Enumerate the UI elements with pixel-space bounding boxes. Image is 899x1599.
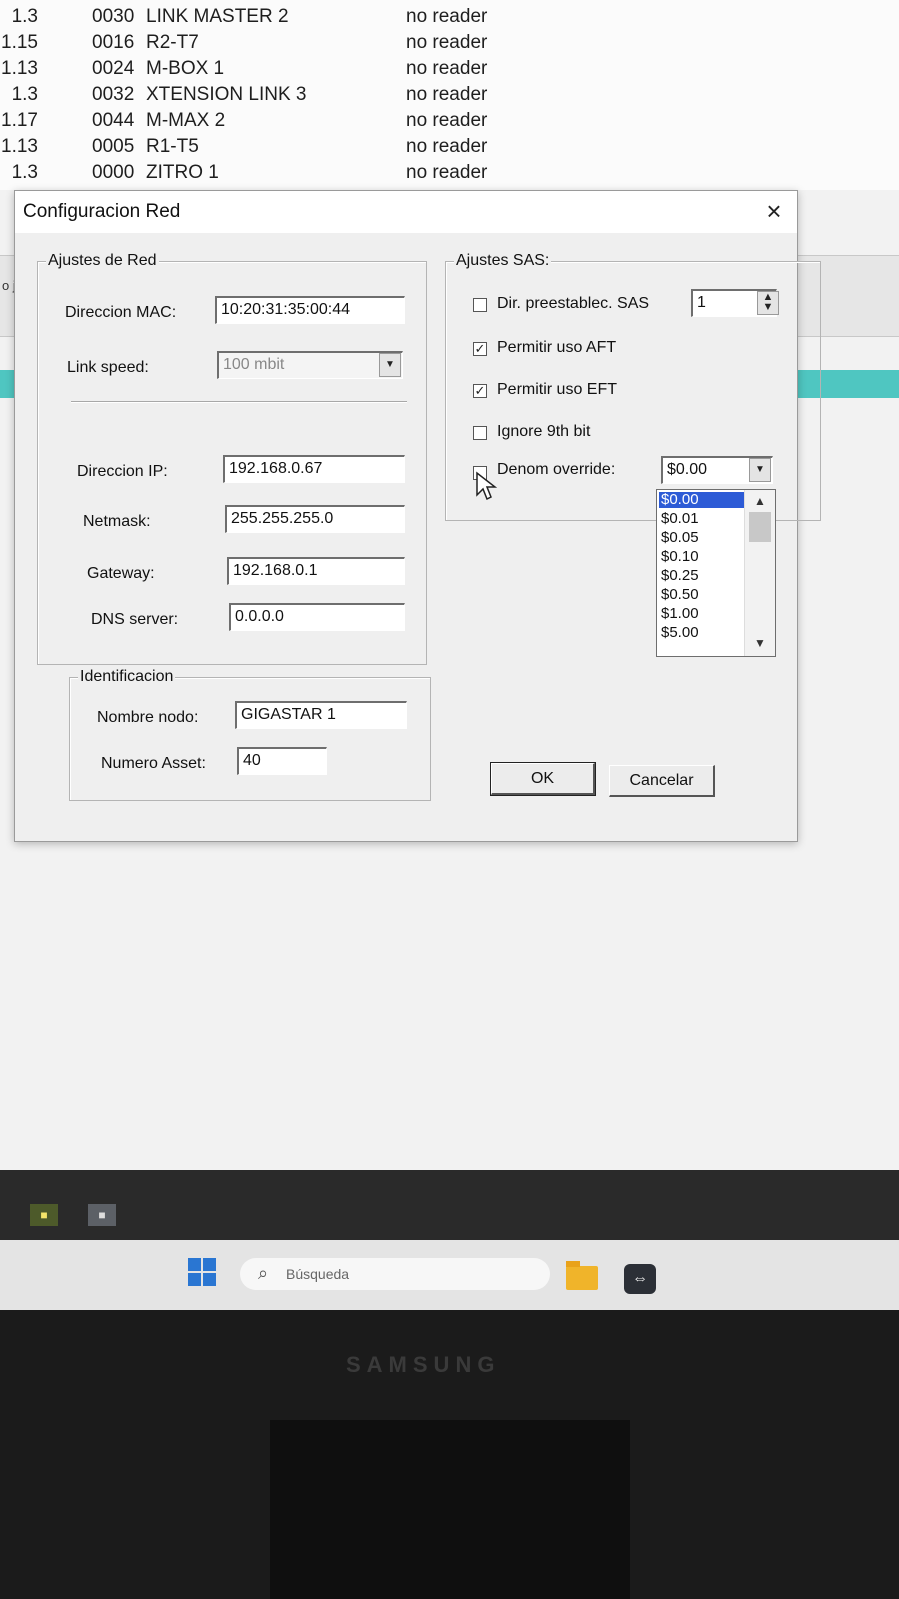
identification-group: Identificacion [69,668,431,801]
asset-number-field[interactable]: 40 [237,747,327,775]
node-status: no reader [406,84,488,105]
node-id: 0024 [92,58,135,79]
node-name: M-BOX 1 [146,58,225,79]
dialog-titlebar[interactable]: Configuracion Red × [15,191,797,233]
mac-address-field[interactable]: 10:20:31:35:00:44 [215,296,405,324]
node-status: no reader [406,58,488,79]
divider [71,401,407,403]
monitor-stand [270,1420,630,1599]
node-name: LINK MASTER 2 [146,6,289,27]
denom-option[interactable]: $0.05 [659,530,745,546]
scrollbar-thumb[interactable] [749,512,771,542]
remote-app-icon[interactable]: ⇔ [624,1264,656,1294]
list-item[interactable]: 1.3 0000 ZITRO 1 no reader [0,160,899,186]
node-name: M-MAX 2 [146,110,226,131]
node-status: no reader [406,162,488,183]
network-settings-legend: Ajustes de Red [46,252,159,270]
node-status: no reader [406,32,488,53]
ip-label: Direccion IP: [77,463,168,480]
taskbar-search[interactable]: ⌕ Búsqueda [240,1258,550,1290]
denom-option[interactable]: $0.10 [659,549,745,565]
gateway-label: Gateway: [87,565,155,582]
link-speed-select[interactable]: 100 mbit [217,351,403,379]
preset-sas-checkbox[interactable] [473,298,487,312]
list-item[interactable]: 1.13 0005 R1-T5 no reader [0,134,899,160]
node-id: 0030 [92,6,135,27]
node-name: ZITRO 1 [146,162,219,183]
node-version: 1.3 [11,6,38,27]
list-item[interactable]: 1.13 0024 M-BOX 1 no reader [0,56,899,82]
node-name-field[interactable]: GIGASTAR 1 [235,701,407,729]
node-name: XTENSION LINK 3 [146,84,307,105]
aft-label: Permitir uso AFT [497,339,617,356]
aft-checkbox[interactable]: ✓ [473,342,487,356]
search-placeholder: Búsqueda [286,1266,350,1282]
dns-label: DNS server: [91,611,179,628]
node-version: 1.15 [1,32,38,53]
identification-legend: Identificacion [78,668,176,686]
tray-app-icon[interactable]: ■ [30,1204,58,1226]
node-version: 1.3 [11,162,38,183]
ninth-bit-label: Ignore 9th bit [497,423,591,440]
node-id: 0032 [92,84,135,105]
list-item[interactable]: 1.17 0044 M-MAX 2 no reader [0,108,899,134]
chevron-down-icon[interactable]: ▼ [745,636,775,650]
spinner-arrows-icon[interactable]: ▲ ▼ [757,291,779,315]
monitor-brand: SAMSUNG [346,1352,501,1377]
node-id: 0044 [92,110,135,131]
node-status: no reader [406,136,488,157]
mac-label: Direccion MAC: [65,304,177,321]
chevron-down-icon[interactable]: ▼ [379,353,401,377]
eft-label: Permitir uso EFT [497,381,618,398]
file-explorer-icon[interactable] [566,1261,598,1290]
ip-address-field[interactable]: 192.168.0.67 [223,455,405,483]
list-scrollbar[interactable]: ▲ ▼ [744,490,775,656]
close-button[interactable]: × [751,191,797,233]
chevron-down-icon[interactable]: ▼ [749,458,771,482]
node-status: no reader [406,6,488,27]
ok-button[interactable]: OK [490,762,596,796]
node-id: 0000 [92,162,135,183]
denom-dropdown-list[interactable]: $0.00 $0.01 $0.05 $0.10 $0.25 $0.50 $1.0… [656,489,776,657]
node-id: 0016 [92,32,135,53]
list-item[interactable]: 1.3 0032 XTENSION LINK 3 no reader [0,82,899,108]
list-item[interactable]: 1.3 0030 LINK MASTER 2 no reader [0,4,899,30]
dns-server-field[interactable]: 0.0.0.0 [229,603,405,631]
dialog-title: Configuracion Red [23,201,181,222]
tray-app-icon[interactable]: ■ [88,1204,116,1226]
sas-settings-legend: Ajustes SAS: [454,252,552,270]
denom-option[interactable]: $5.00 [659,625,745,641]
node-version: 1.13 [1,136,38,157]
node-name: R1-T5 [146,136,199,157]
denom-option[interactable]: $0.01 [659,511,745,527]
node-version: 1.17 [1,110,38,131]
list-item[interactable]: 1.15 0016 R2-T7 no reader [0,30,899,56]
node-version: 1.3 [11,84,38,105]
search-icon: ⌕ [258,1263,269,1283]
denom-override-label: Denom override: [497,461,616,478]
node-id: 0005 [92,136,135,157]
preset-sas-label: Dir. preestablec. SAS [497,295,650,312]
denom-option[interactable]: $0.50 [659,587,745,603]
mouse-cursor-icon [476,471,497,501]
node-name-label: Nombre nodo: [97,709,199,726]
denom-option[interactable]: $0.00 [659,492,745,508]
netmask-label: Netmask: [83,513,151,530]
cancel-button[interactable]: Cancelar [609,765,715,797]
gateway-field[interactable]: 192.168.0.1 [227,557,405,585]
node-name: R2-T7 [146,32,199,53]
denom-option[interactable]: $1.00 [659,606,745,622]
asset-number-label: Numero Asset: [101,755,206,772]
windows-start-icon[interactable] [188,1258,216,1286]
denom-option[interactable]: $0.25 [659,568,745,584]
ninth-bit-checkbox[interactable] [473,426,487,440]
background-node-list: 1.3 0030 LINK MASTER 2 no reader 1.15 00… [0,0,899,190]
netmask-field[interactable]: 255.255.255.0 [225,505,405,533]
chevron-up-icon[interactable]: ▲ [745,494,775,508]
node-status: no reader [406,110,488,131]
link-speed-label: Link speed: [67,359,149,376]
eft-checkbox[interactable]: ✓ [473,384,487,398]
node-version: 1.13 [1,58,38,79]
